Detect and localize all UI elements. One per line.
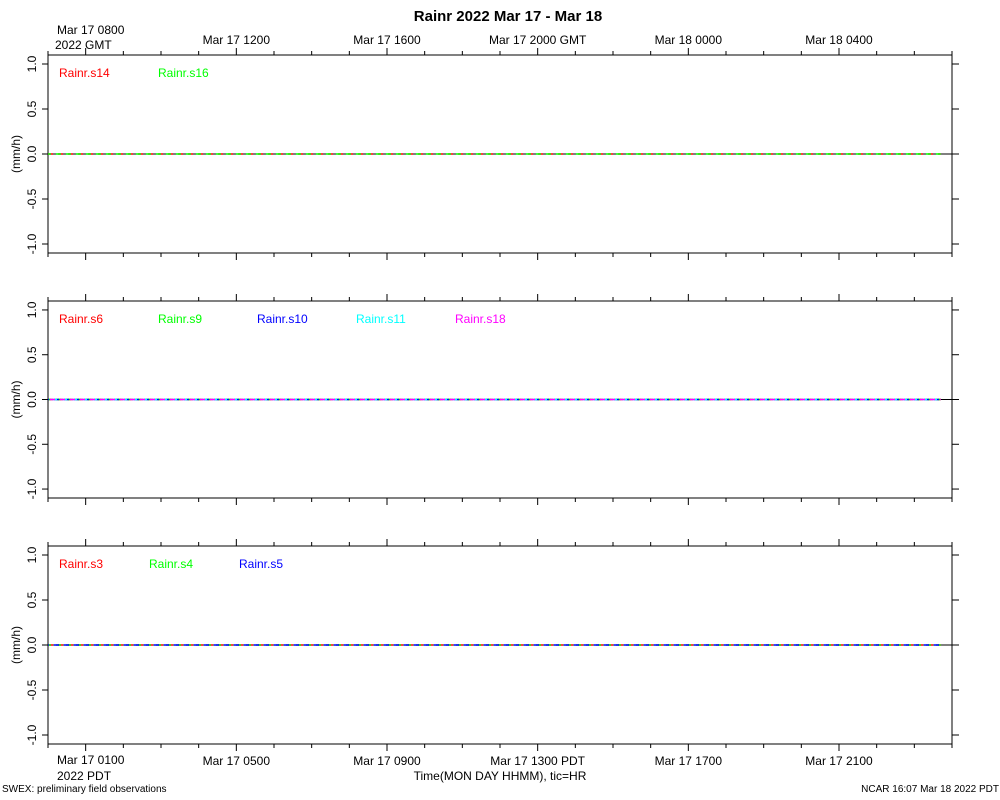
y-axis-title: (mm/h)	[9, 135, 23, 173]
legend-Rainr-s11: Rainr.s11	[356, 312, 406, 326]
bottom-axis-label: Mar 17 0500	[203, 754, 271, 768]
top-axis-label: Mar 18 0000	[655, 33, 723, 47]
y-tick-label: 0.5	[25, 100, 39, 117]
y-tick-label: -1.0	[25, 233, 39, 254]
y-tick-label: 1.0	[25, 301, 39, 318]
legend-Rainr-s14: Rainr.s14	[59, 66, 110, 80]
legend-Rainr-s5: Rainr.s5	[239, 557, 283, 571]
bottom-axis-label: Mar 17 0900	[353, 754, 421, 768]
legend-Rainr-s3: Rainr.s3	[59, 557, 103, 571]
legend-Rainr-s16: Rainr.s16	[158, 66, 209, 80]
y-axis-title: (mm/h)	[9, 626, 23, 664]
panel-3: 1.0 0.5 0.0 -0.5 -1.0 (mm/h) Rainr.s3 Rainr.s4 R…	[9, 539, 959, 751]
y-tick-label: 0.5	[25, 346, 39, 363]
y-tick-label: 1.0	[25, 55, 39, 72]
bottom-axis-label: Mar 17 2100	[805, 754, 873, 768]
y-tick-label: 0.5	[25, 591, 39, 608]
y-axis-title: (mm/h)	[9, 381, 23, 419]
y-tick-label: -1.0	[25, 478, 39, 499]
legend-Rainr-s4: Rainr.s4	[149, 557, 193, 571]
plot-area: 1.0 0.5 0.0 -0.5 -1.0 (mm/h) Rainr.s14 Rainr.s1…	[9, 33, 959, 768]
y-tick-label: -0.5	[25, 679, 39, 700]
legend-Rainr-s10: Rainr.s10	[257, 312, 308, 326]
y-tick-label: -1.0	[25, 724, 39, 745]
legend-Rainr-s9: Rainr.s9	[158, 312, 202, 326]
y-tick-label: 1.0	[25, 546, 39, 563]
y-tick-label: -0.5	[25, 434, 39, 455]
y-tick-label: 0.0	[25, 391, 39, 408]
legend-Rainr-s18: Rainr.s18	[455, 312, 506, 326]
y-tick-label: -0.5	[25, 188, 39, 209]
top-axis-label: Mar 17 1200	[203, 33, 271, 47]
y-tick-label: 0.0	[25, 145, 39, 162]
legend-Rainr-s6: Rainr.s6	[59, 312, 103, 326]
top-axis-label: Mar 18 0400	[805, 33, 873, 47]
panel-1: 1.0 0.5 0.0 -0.5 -1.0 (mm/h) Rainr.s14 Rainr.s1…	[9, 48, 959, 260]
top-axis-label: Mar 17 1600	[353, 33, 421, 47]
bottom-axis-label: Mar 17 1700	[655, 754, 723, 768]
y-tick-label: 0.0	[25, 636, 39, 653]
bottom-axis-label: Mar 17 1300 PDT	[490, 754, 585, 768]
panel-2: 1.0 0.5 0.0 -0.5 -1.0 (mm/h) Rainr.s6 Rainr.s9 R…	[9, 294, 959, 505]
top-axis-label: Mar 17 2000 GMT	[489, 33, 587, 47]
